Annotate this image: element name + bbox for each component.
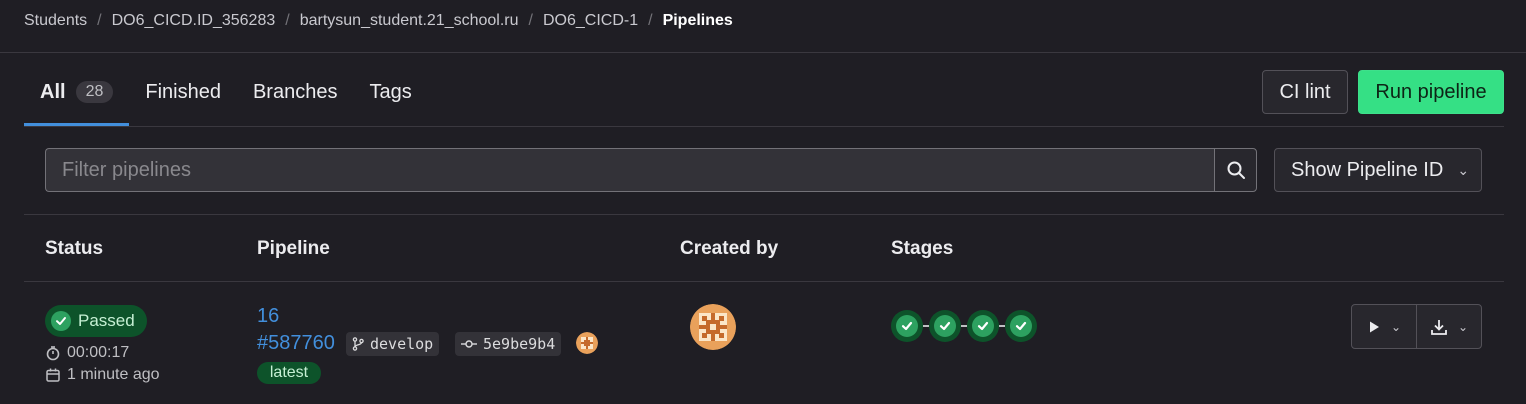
- stage-status-3[interactable]: [967, 310, 999, 342]
- breadcrumb-separator: /: [648, 12, 653, 29]
- download-icon: [1431, 319, 1447, 335]
- status-label: Passed: [78, 311, 135, 330]
- breadcrumb-separator: /: [97, 12, 102, 29]
- download-artifacts-dropdown[interactable]: ⌄: [1416, 305, 1481, 348]
- duration-value: 00:00:17: [67, 344, 130, 361]
- manual-jobs-dropdown[interactable]: ⌄: [1352, 305, 1416, 348]
- tab-branches[interactable]: Branches: [237, 70, 354, 114]
- breadcrumb-namespace[interactable]: bartysun_student.21_school.ru: [300, 12, 519, 30]
- show-pipeline-id-label: Show Pipeline ID: [1291, 158, 1444, 181]
- search-icon: [1227, 161, 1245, 179]
- tab-all[interactable]: All 28: [24, 70, 130, 126]
- divider: [24, 281, 1504, 282]
- tab-tags[interactable]: Tags: [353, 70, 427, 114]
- chevron-down-icon: ⌄: [1390, 319, 1402, 334]
- finished-time-value: 1 minute ago: [67, 366, 160, 383]
- creator-avatar[interactable]: [690, 304, 736, 350]
- pipeline-tabs: All 28 Finished Branches Tags: [24, 70, 428, 126]
- pipeline-actions: ⌄ ⌄: [1351, 304, 1482, 349]
- commit-author-avatar[interactable]: [576, 332, 598, 354]
- branch-name: develop: [370, 335, 434, 353]
- tab-finished-label: Finished: [145, 80, 221, 103]
- status-badge[interactable]: Passed: [45, 305, 147, 337]
- commit-chip[interactable]: 5e9be9b4: [455, 332, 562, 356]
- chevron-down-icon: ⌄: [1457, 161, 1470, 178]
- breadcrumb-group[interactable]: DO6_CICD.ID_356283: [112, 12, 276, 30]
- stages-group: [891, 310, 1037, 342]
- tab-all-label: All: [40, 80, 66, 103]
- divider: [24, 214, 1504, 215]
- tab-branches-label: Branches: [252, 80, 338, 103]
- divider: [24, 126, 1504, 127]
- timer-icon: [46, 346, 60, 361]
- tab-tags-label: Tags: [369, 80, 412, 103]
- branch-icon: [352, 337, 364, 351]
- column-header-created-by: Created by: [680, 238, 779, 259]
- column-header-pipeline: Pipeline: [257, 238, 330, 259]
- breadcrumb-project[interactable]: DO6_CICD-1: [543, 12, 638, 30]
- calendar-icon: [46, 368, 60, 382]
- branch-chip[interactable]: develop: [346, 332, 440, 356]
- breadcrumb-current[interactable]: Pipelines: [663, 12, 733, 30]
- check-circle-icon: [896, 315, 918, 337]
- commit-icon: [461, 340, 477, 348]
- ci-lint-button[interactable]: CI lint: [1262, 70, 1348, 114]
- check-circle-icon: [972, 315, 994, 337]
- search-button[interactable]: [1214, 148, 1257, 192]
- pipeline-id-link[interactable]: #587760: [257, 332, 335, 355]
- breadcrumb: Students / DO6_CICD.ID_356283 / bartysun…: [24, 10, 733, 32]
- stage-status-1[interactable]: [891, 310, 923, 342]
- check-circle-icon: [1010, 315, 1032, 337]
- play-icon: [1369, 321, 1379, 332]
- divider: [0, 52, 1526, 53]
- commit-sha: 5e9be9b4: [483, 335, 556, 353]
- column-header-stages: Stages: [891, 238, 954, 259]
- breadcrumb-separator: /: [285, 12, 290, 29]
- check-circle-icon: [51, 311, 71, 331]
- run-pipeline-button[interactable]: Run pipeline: [1358, 70, 1504, 114]
- breadcrumb-students[interactable]: Students: [24, 12, 87, 30]
- breadcrumb-separator: /: [528, 12, 533, 29]
- finished-time: 1 minute ago: [45, 366, 160, 384]
- tab-all-count: 28: [75, 81, 114, 103]
- chevron-down-icon: ⌄: [1457, 319, 1469, 334]
- duration: 00:00:17: [45, 344, 129, 362]
- stage-status-2[interactable]: [929, 310, 961, 342]
- stage-status-4[interactable]: [1005, 310, 1037, 342]
- column-header-status: Status: [45, 238, 104, 259]
- latest-badge: latest: [257, 362, 321, 384]
- tab-finished[interactable]: Finished: [129, 70, 237, 114]
- pipeline-number-link[interactable]: 16: [257, 305, 279, 328]
- filter-pipelines-input[interactable]: Filter pipelines: [45, 148, 1215, 192]
- check-circle-icon: [934, 315, 956, 337]
- show-pipeline-id-dropdown[interactable]: Show Pipeline ID ⌄: [1274, 148, 1482, 192]
